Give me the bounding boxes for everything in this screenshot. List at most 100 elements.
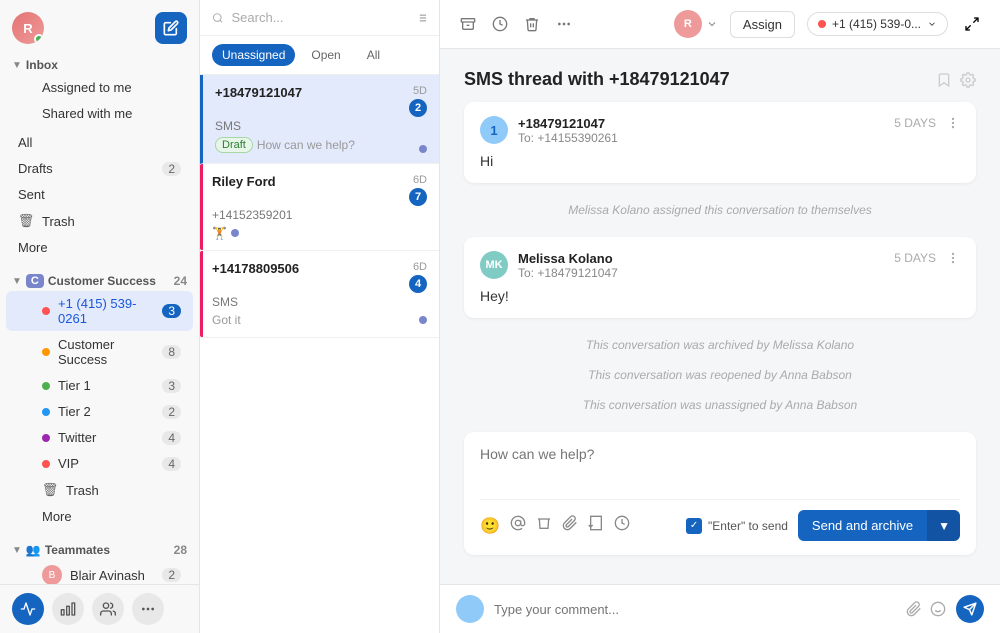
- tier2-dot: [42, 408, 50, 416]
- comment-emoji-icon[interactable]: [930, 601, 946, 617]
- send-archive-button[interactable]: Send and archive: [798, 510, 927, 541]
- vip-count: 4: [162, 457, 181, 471]
- header-trash-icon[interactable]: [520, 12, 544, 36]
- settings-icon[interactable]: [960, 72, 976, 88]
- teammates-section: ▼ 👥 Teammates 28 B Blair Avinash 2: [0, 537, 199, 584]
- assign-button[interactable]: Assign: [730, 11, 795, 38]
- comment-attach-icon[interactable]: [906, 601, 922, 617]
- sidebar-item-twitter[interactable]: Twitter 4: [6, 425, 193, 450]
- pink-bar: [200, 164, 203, 250]
- search-input[interactable]: [232, 10, 408, 25]
- conv-time-3: 6D: [413, 261, 427, 273]
- tab-unassigned[interactable]: Unassigned: [212, 44, 295, 66]
- msg-menu-2[interactable]: [946, 251, 960, 265]
- msg-sender-2: Melissa Kolano: [518, 251, 884, 266]
- blair-label: Blair Avinash: [70, 568, 162, 583]
- system-msg-1: Melissa Kolano assigned this conversatio…: [464, 195, 976, 225]
- header-chevron-icon[interactable]: [706, 18, 718, 30]
- conv-count-2: 7: [409, 188, 427, 206]
- cs-item-label: Customer Success: [58, 337, 162, 367]
- comment-send-button[interactable]: [956, 595, 984, 623]
- tab-open[interactable]: Open: [301, 44, 350, 66]
- cs-chevron: ▼: [12, 276, 22, 287]
- clock-icon[interactable]: [488, 12, 512, 36]
- teammates-header[interactable]: ▼ 👥 Teammates 28: [0, 537, 199, 559]
- phone-label-1: +1 (415) 539-0261: [58, 296, 162, 326]
- sidebar-item-vip[interactable]: VIP 4: [6, 451, 193, 476]
- attach-icon[interactable]: [562, 515, 578, 536]
- sidebar: R ▼ Inbox Assigned to me Shared with me: [0, 0, 200, 633]
- conv-time-2: 6D: [413, 174, 427, 186]
- customer-success-header[interactable]: ▼ C Customer Success 24: [0, 268, 199, 290]
- assigned-dot-1: [419, 145, 427, 153]
- sidebar-item-phone-1[interactable]: +1 (415) 539-0261 3: [6, 291, 193, 331]
- sidebar-bottom: [0, 584, 199, 633]
- tier1-label: Tier 1: [58, 378, 162, 393]
- sidebar-item-cs-more[interactable]: More: [6, 504, 193, 529]
- inbox-bottom-icon[interactable]: [12, 593, 44, 625]
- tier2-label: Tier 2: [58, 404, 162, 419]
- sidebar-item-tier1[interactable]: Tier 1 3: [6, 373, 193, 398]
- conv-item-2[interactable]: Riley Ford 6D 7 +14152359201 🏋️: [200, 164, 439, 251]
- mention-icon[interactable]: [510, 515, 526, 536]
- conv-name-3: +14178809506: [212, 261, 299, 276]
- inbox-section-header[interactable]: ▼ Inbox: [0, 52, 199, 74]
- message-header-2: MK Melissa Kolano To: +18479121047 5 DAY…: [480, 251, 960, 280]
- sidebar-item-cs[interactable]: Customer Success 8: [6, 332, 193, 372]
- sidebar-item-assigned-to-me[interactable]: Assigned to me: [6, 75, 193, 100]
- archive-icon[interactable]: [456, 12, 480, 36]
- send-dropdown-button[interactable]: ▼: [927, 510, 960, 541]
- more-bottom-icon[interactable]: [132, 593, 164, 625]
- sidebar-item-trash[interactable]: 🗑 Trash: [6, 208, 193, 234]
- more-header-icon[interactable]: [552, 12, 576, 36]
- cs-dot-3: [419, 316, 427, 324]
- user-avatar[interactable]: R: [12, 12, 44, 44]
- sidebar-item-sent[interactable]: Sent: [6, 182, 193, 207]
- contacts-icon[interactable]: [92, 593, 124, 625]
- main-header: R Assign +1 (415) 539-0...: [440, 0, 1000, 49]
- cs-icon: C: [26, 274, 44, 288]
- msg-time-1: 5 DAYS: [894, 116, 936, 130]
- twitter-label: Twitter: [58, 430, 162, 445]
- sidebar-item-cs-trash[interactable]: 🗑 Trash: [6, 477, 193, 503]
- header-avatar-group: R: [674, 10, 718, 38]
- header-user-avatar[interactable]: R: [674, 10, 702, 38]
- msg-menu-1[interactable]: [946, 116, 960, 130]
- tab-all[interactable]: All: [357, 44, 390, 66]
- comment-icons: [906, 601, 946, 617]
- conv-sub-phone-2: +14152359201: [212, 208, 427, 222]
- sidebar-item-more[interactable]: More: [6, 235, 193, 260]
- online-indicator: [34, 34, 44, 44]
- conv-count-3: 4: [409, 275, 427, 293]
- conv-item-3[interactable]: +14178809506 6D 4 SMS Got it: [200, 251, 439, 338]
- channel-selector[interactable]: +1 (415) 539-0...: [807, 12, 948, 36]
- sidebar-item-shared-with-me[interactable]: Shared with me: [6, 101, 193, 126]
- canned-icon[interactable]: [588, 515, 604, 536]
- thread-title-row: SMS thread with +18479121047: [464, 69, 976, 90]
- comment-input[interactable]: [494, 602, 896, 617]
- sidebar-item-all[interactable]: All: [6, 130, 193, 155]
- conv-item-1[interactable]: +18479121047 5D 2 SMS Draft How can we h…: [200, 75, 439, 164]
- cs-more-label: More: [42, 509, 181, 524]
- blair-count: 2: [162, 568, 181, 582]
- message-thread: SMS thread with +18479121047 1 +18479121…: [440, 49, 1000, 584]
- schedule-icon[interactable]: [614, 515, 630, 536]
- message-1: 1 +18479121047 To: +14155390261 5 DAYS H…: [464, 102, 976, 183]
- emoji-icon[interactable]: 🙂: [480, 516, 500, 536]
- expand-icon[interactable]: [960, 12, 984, 36]
- sent-label: Sent: [18, 187, 181, 202]
- delete-icon[interactable]: [536, 515, 552, 536]
- sidebar-item-drafts[interactable]: Drafts 2: [6, 156, 193, 181]
- channel-dot: [818, 20, 826, 28]
- tier1-dot: [42, 382, 50, 390]
- filter-icon[interactable]: [416, 11, 428, 25]
- sidebar-item-blair[interactable]: B Blair Avinash 2: [6, 560, 193, 584]
- sidebar-item-tier2[interactable]: Tier 2 2: [6, 399, 193, 424]
- comment-area: [440, 584, 1000, 633]
- analytics-icon[interactable]: [52, 593, 84, 625]
- more-label: More: [18, 240, 181, 255]
- bookmark-icon[interactable]: [936, 72, 952, 88]
- enter-checkbox[interactable]: ✓: [686, 518, 702, 534]
- reply-input[interactable]: [480, 446, 960, 486]
- compose-button[interactable]: [155, 12, 187, 44]
